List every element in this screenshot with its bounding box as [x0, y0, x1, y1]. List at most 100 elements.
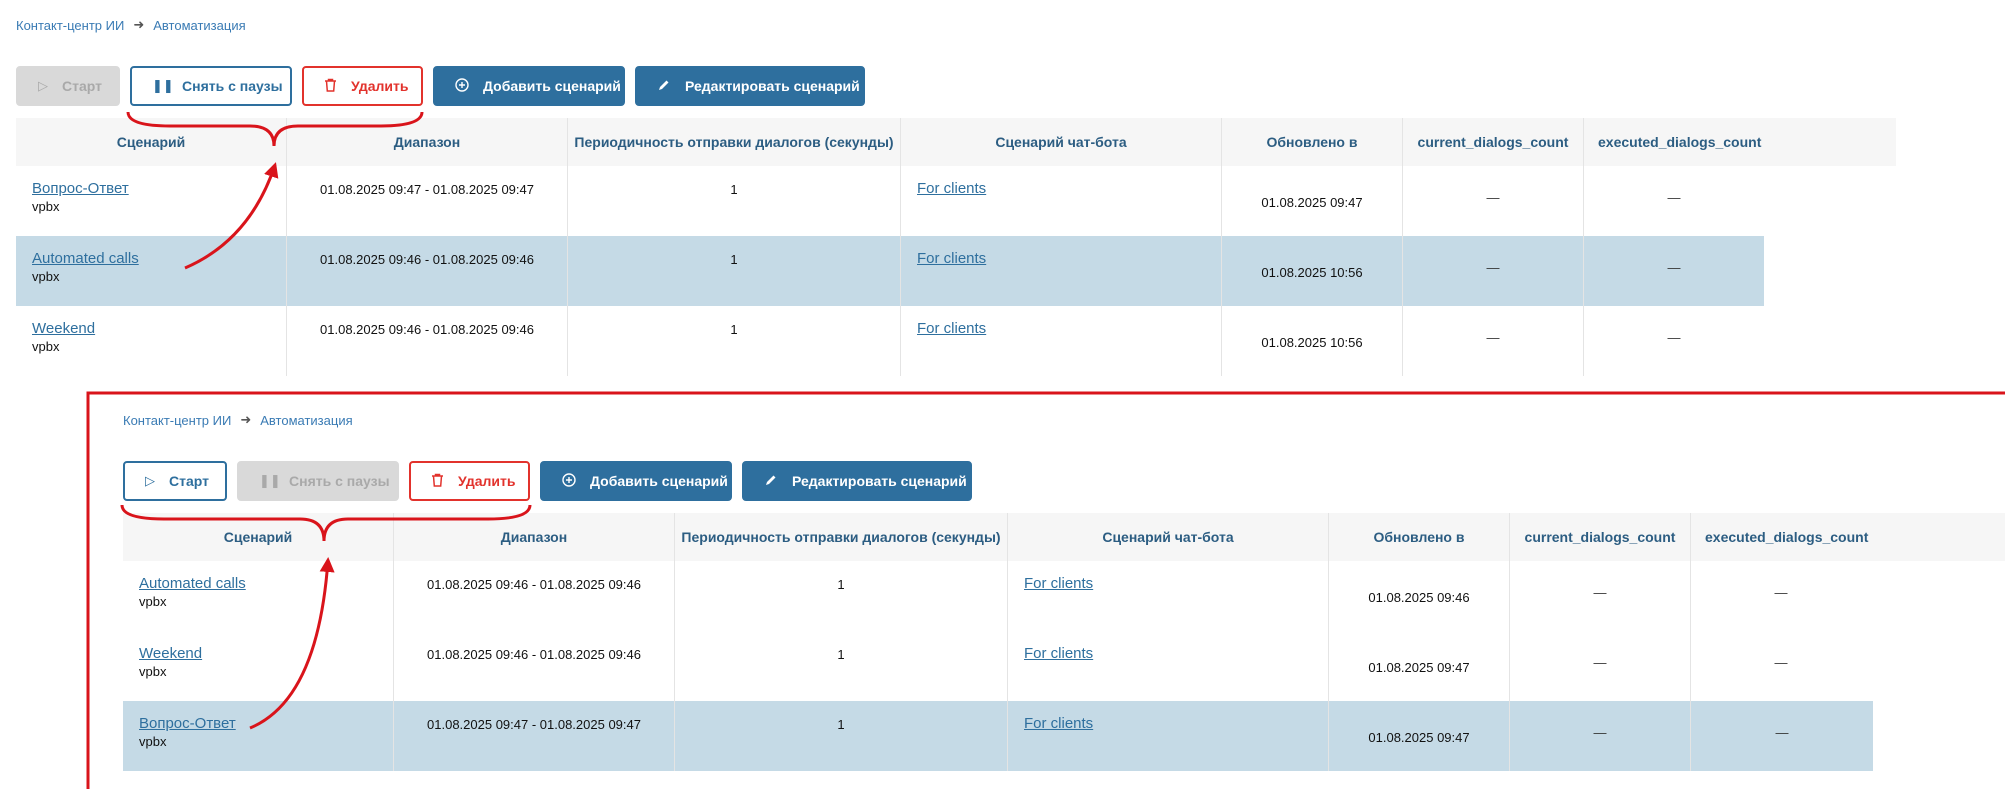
table-header: Сценарий Диапазон Периодичность отправки…	[16, 118, 1896, 166]
pencil-icon	[657, 78, 671, 95]
start-button[interactable]: ▷ Старт	[123, 461, 227, 501]
play-icon: ▷	[145, 473, 155, 488]
edit-scenario-button-label: Редактировать сценарий	[685, 78, 860, 94]
breadcrumb-current: Автоматизация	[260, 412, 353, 428]
column-header-period[interactable]: Периодичность отправки диалогов (секунды…	[568, 118, 901, 166]
scenario-name-link[interactable]: Вопрос-Ответ	[32, 180, 129, 197]
breadcrumb-current: Автоматизация	[153, 17, 246, 33]
column-header-current[interactable]: current_dialogs_count	[1510, 513, 1691, 561]
updated-value: 01.08.2025 09:47	[1368, 730, 1470, 745]
unpause-button[interactable]: ❚❚ Снять с паузы	[130, 66, 292, 106]
delete-button[interactable]: Удалить	[409, 461, 530, 501]
table-row[interactable]: Вопрос-Ответ vpbx 01.08.2025 09:47 - 01.0…	[16, 166, 1896, 236]
updated-value: 01.08.2025 09:47	[1261, 195, 1363, 210]
toolbar: ▷ Старт ❚❚ Снять с паузы Удалить Добавит…	[123, 461, 972, 501]
start-button[interactable]: ▷ Старт	[16, 66, 120, 106]
column-header-updated[interactable]: Обновлено в	[1329, 513, 1510, 561]
executed-count-value: —	[1667, 330, 1681, 345]
updated-value: 01.08.2025 10:56	[1261, 265, 1363, 280]
pause-icon: ❚❚	[152, 78, 174, 93]
bot-scenario-link[interactable]: For clients	[917, 180, 986, 197]
add-scenario-button[interactable]: Добавить сценарий	[540, 461, 732, 501]
edit-scenario-button[interactable]: Редактировать сценарий	[742, 461, 972, 501]
add-scenario-button-label: Добавить сценарий	[483, 78, 621, 94]
executed-count-value: —	[1775, 725, 1789, 740]
breadcrumb-root-link[interactable]: Контакт-центр ИИ	[123, 413, 231, 428]
breadcrumb: Контакт-центр ИИ ➜ Автоматизация	[16, 17, 246, 33]
scenario-type: vpbx	[139, 594, 167, 609]
table-row-selected[interactable]: Вопрос-Ответ vpbx 01.08.2025 09:47 - 01.0…	[123, 701, 1873, 771]
table-row[interactable]: Weekend vpbx 01.08.2025 09:46 - 01.08.202…	[123, 631, 2005, 701]
column-header-scenario[interactable]: Сценарий	[123, 513, 394, 561]
range-value: 01.08.2025 09:46 - 01.08.2025 09:46	[427, 647, 641, 662]
current-count-value: —	[1593, 725, 1607, 740]
range-value: 01.08.2025 09:46 - 01.08.2025 09:46	[320, 252, 534, 267]
executed-count-value: —	[1667, 190, 1681, 205]
toolbar: ▷ Старт ❚❚ Снять с паузы Удалить Добавит…	[16, 66, 865, 106]
breadcrumb-root-link[interactable]: Контакт-центр ИИ	[16, 18, 124, 33]
scenario-type: vpbx	[32, 269, 60, 284]
period-value: 1	[730, 252, 738, 267]
bot-scenario-link[interactable]: For clients	[1024, 715, 1093, 732]
column-header-range[interactable]: Диапазон	[287, 118, 568, 166]
scenario-name-link[interactable]: Weekend	[139, 645, 202, 662]
bot-scenario-link[interactable]: For clients	[1024, 645, 1093, 662]
period-value: 1	[730, 182, 738, 197]
scenario-type: vpbx	[139, 734, 167, 749]
scenario-name-link[interactable]: Automated calls	[32, 250, 139, 267]
unpause-button[interactable]: ❚❚ Снять с паузы	[237, 461, 399, 501]
edit-scenario-button[interactable]: Редактировать сценарий	[635, 66, 865, 106]
breadcrumb: Контакт-центр ИИ ➜ Автоматизация	[123, 412, 353, 428]
scenario-type: vpbx	[139, 664, 167, 679]
column-header-range[interactable]: Диапазон	[394, 513, 675, 561]
plus-circle-icon	[455, 77, 469, 95]
column-header-scenario[interactable]: Сценарий	[16, 118, 287, 166]
column-header-period[interactable]: Периодичность отправки диалогов (секунды…	[675, 513, 1008, 561]
column-header-bot[interactable]: Сценарий чат-бота	[1008, 513, 1329, 561]
period-value: 1	[837, 577, 845, 592]
updated-value: 01.08.2025 10:56	[1261, 335, 1363, 350]
delete-button-label: Удалить	[351, 78, 409, 94]
bot-scenario-link[interactable]: For clients	[1024, 575, 1093, 592]
range-value: 01.08.2025 09:46 - 01.08.2025 09:46	[427, 577, 641, 592]
current-count-value: —	[1593, 585, 1607, 600]
column-header-executed[interactable]: executed_dialogs_count	[1691, 513, 2005, 561]
current-count-value: —	[1593, 655, 1607, 670]
delete-button[interactable]: Удалить	[302, 66, 423, 106]
add-scenario-button[interactable]: Добавить сценарий	[433, 66, 625, 106]
range-value: 01.08.2025 09:47 - 01.08.2025 09:47	[427, 717, 641, 732]
scenario-name-link[interactable]: Weekend	[32, 320, 95, 337]
scenario-type: vpbx	[32, 199, 60, 214]
edit-scenario-button-label: Редактировать сценарий	[792, 473, 967, 489]
pencil-icon	[764, 473, 778, 490]
top-screenshot-panel: Контакт-центр ИИ ➜ Автоматизация ▷ Старт…	[16, 0, 1896, 380]
bot-scenario-link[interactable]: For clients	[917, 250, 986, 267]
column-header-updated[interactable]: Обновлено в	[1222, 118, 1403, 166]
executed-count-value: —	[1667, 260, 1681, 275]
add-scenario-button-label: Добавить сценарий	[590, 473, 728, 489]
table-row[interactable]: Weekend vpbx 01.08.2025 09:46 - 01.08.202…	[16, 306, 1896, 376]
table-row[interactable]: Automated calls vpbx 01.08.2025 09:46 - 0…	[123, 561, 2005, 631]
range-value: 01.08.2025 09:47 - 01.08.2025 09:47	[320, 182, 534, 197]
scenario-name-link[interactable]: Automated calls	[139, 575, 246, 592]
bottom-screenshot-panel: Контакт-центр ИИ ➜ Автоматизация ▷ Старт…	[123, 395, 2005, 789]
updated-value: 01.08.2025 09:47	[1368, 660, 1470, 675]
unpause-button-label: Снять с паузы	[289, 473, 390, 489]
period-value: 1	[730, 322, 738, 337]
arrow-right-icon: ➜	[133, 17, 145, 32]
scenario-name-link[interactable]: Вопрос-Ответ	[139, 715, 236, 732]
column-header-executed[interactable]: executed_dialogs_count	[1584, 118, 1896, 166]
table-row-selected[interactable]: Automated calls vpbx 01.08.2025 09:46 - 0…	[16, 236, 1764, 306]
pause-icon: ❚❚	[259, 473, 281, 488]
plus-circle-icon	[562, 472, 576, 490]
start-button-label: Старт	[62, 78, 102, 94]
trash-icon	[324, 78, 337, 95]
column-header-bot[interactable]: Сценарий чат-бота	[901, 118, 1222, 166]
unpause-button-label: Снять с паузы	[182, 78, 283, 94]
column-header-current[interactable]: current_dialogs_count	[1403, 118, 1584, 166]
table-header: Сценарий Диапазон Периодичность отправки…	[123, 513, 2005, 561]
arrow-right-icon: ➜	[240, 412, 252, 427]
scenario-type: vpbx	[32, 339, 60, 354]
bot-scenario-link[interactable]: For clients	[917, 320, 986, 337]
current-count-value: —	[1486, 260, 1500, 275]
